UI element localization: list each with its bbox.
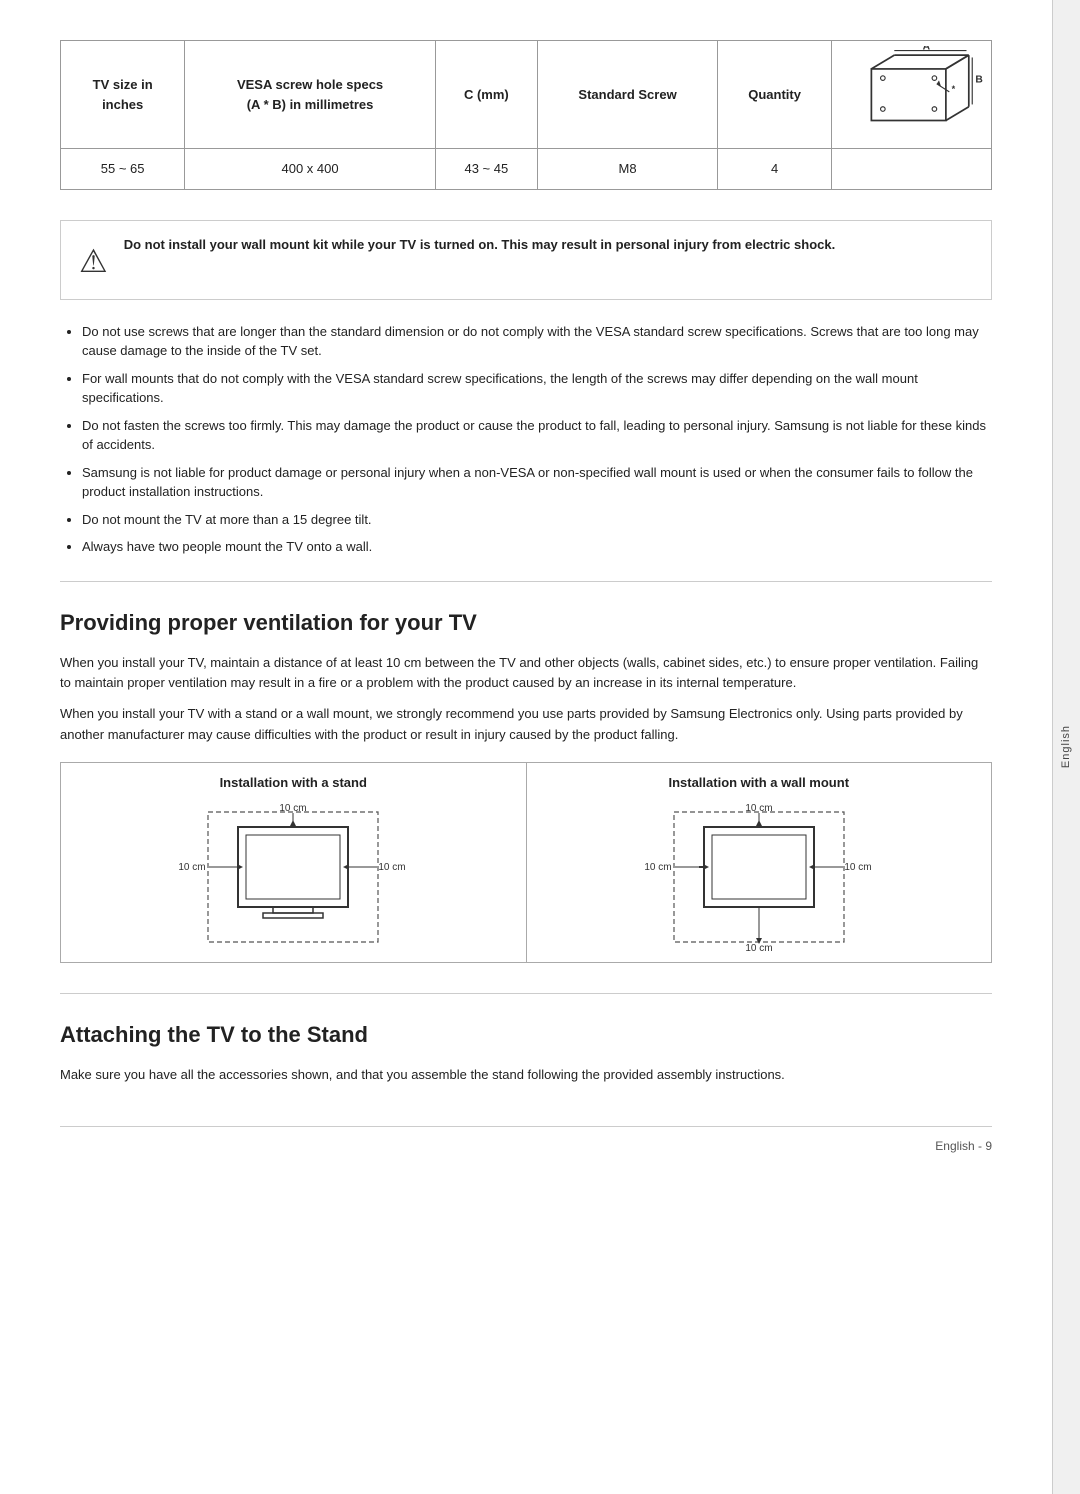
col-vesa-spec: VESA screw hole specs(A * B) in millimet… (185, 41, 435, 149)
diagram-stand-panel: Installation with a stand 10 cm (61, 763, 527, 963)
vesa-table: TV size ininches VESA screw hole specs(A… (60, 40, 992, 190)
cell-tv-size: 55 ~ 65 (61, 149, 185, 190)
warning-text: Do not install your wall mount kit while… (124, 235, 836, 255)
stand-section-heading: Attaching the TV to the Stand (60, 1018, 992, 1051)
diagram-wallmount-title: Installation with a wall mount (668, 773, 849, 793)
svg-text:*: * (952, 84, 956, 94)
svg-text:10 cm: 10 cm (179, 862, 206, 873)
page-footer: English - 9 (60, 1126, 992, 1155)
svg-text:B: B (975, 75, 982, 86)
cell-vesa-spec: 400 x 400 (185, 149, 435, 190)
ventilation-para-1: When you install your TV, maintain a dis… (60, 653, 992, 695)
bullet-list: Do not use screws that are longer than t… (82, 322, 992, 557)
svg-text:10 cm: 10 cm (280, 803, 307, 814)
diagrams-container: Installation with a stand 10 cm (60, 762, 992, 964)
ventilation-para-2: When you install your TV with a stand or… (60, 704, 992, 746)
list-item: Do not mount the TV at more than a 15 de… (82, 510, 992, 530)
diagram-wallmount-svg-area: 10 cm 10 cm 10 cm 10 cm (537, 802, 982, 952)
page-number: English - 9 (935, 1139, 992, 1153)
stand-diagram-svg: 10 cm 10 cm 10 cm (178, 802, 408, 952)
col-standard-screw: Standard Screw (537, 41, 717, 149)
col-tv-size: TV size ininches (61, 41, 185, 149)
cell-quantity: 4 (718, 149, 832, 190)
diagram-wallmount-panel: Installation with a wall mount 10 cm (527, 763, 992, 963)
svg-text:10 cm: 10 cm (745, 803, 772, 814)
cell-c-mm: 43 ~ 45 (435, 149, 537, 190)
warning-icon: ⚠ (79, 237, 108, 285)
svg-text:10 cm: 10 cm (844, 862, 871, 873)
list-item: Do not fasten the screws too firmly. Thi… (82, 416, 992, 455)
svg-text:10 cm: 10 cm (745, 943, 772, 952)
col-diagram: A B * (832, 41, 992, 149)
cell-standard-screw: M8 (537, 149, 717, 190)
list-item: Do not use screws that are longer than t… (82, 322, 992, 361)
stand-section-para: Make sure you have all the accessories s… (60, 1065, 992, 1086)
sidebar: English (1052, 0, 1080, 1494)
col-quantity: Quantity (718, 41, 832, 149)
cell-diagram-empty (832, 149, 992, 190)
ventilation-heading: Providing proper ventilation for your TV (60, 606, 992, 639)
list-item: Always have two people mount the TV onto… (82, 537, 992, 557)
main-content: TV size ininches VESA screw hole specs(A… (0, 0, 1052, 1494)
wallmount-diagram-svg: 10 cm 10 cm 10 cm 10 cm (644, 802, 874, 952)
sidebar-label: English (1058, 725, 1075, 768)
warning-box: ⚠ Do not install your wall mount kit whi… (60, 220, 992, 300)
diagram-stand-title: Installation with a stand (220, 773, 367, 793)
list-item: Samsung is not liable for product damage… (82, 463, 992, 502)
section-divider (60, 581, 992, 582)
vesa-diagram-svg: A B * (837, 46, 986, 138)
svg-text:10 cm: 10 cm (379, 862, 406, 873)
svg-text:A: A (923, 46, 931, 52)
diagram-stand-svg-area: 10 cm 10 cm 10 cm (71, 802, 516, 952)
list-item: For wall mounts that do not comply with … (82, 369, 992, 408)
col-c-mm: C (mm) (435, 41, 537, 149)
section-divider-2 (60, 993, 992, 994)
svg-text:10 cm: 10 cm (644, 862, 671, 873)
table-row: 55 ~ 65 400 x 400 43 ~ 45 M8 4 (61, 149, 992, 190)
